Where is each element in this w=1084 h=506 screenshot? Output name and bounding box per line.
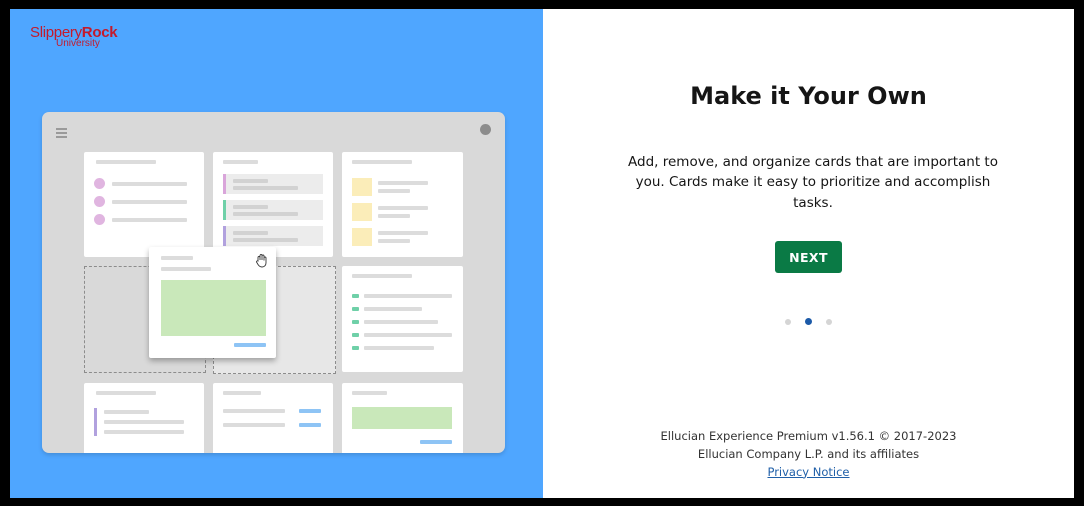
illustration-card <box>213 383 333 453</box>
dragged-card <box>149 247 276 358</box>
page-dot-active[interactable] <box>805 318 812 325</box>
university-logo: SlipperyRock University <box>30 25 118 49</box>
privacy-notice-link[interactable]: Privacy Notice <box>767 465 849 479</box>
onboarding-description: Add, remove, and organize cards that are… <box>628 154 998 211</box>
dashboard-illustration <box>42 112 505 453</box>
app-frame: SlipperyRock University Make it Your Own… <box>10 9 1074 498</box>
user-avatar-icon <box>480 124 491 135</box>
onboarding-panel: Make it Your Own Add, remove, and organi… <box>543 9 1074 498</box>
illustration-card <box>342 383 463 453</box>
onboarding-title: Make it Your Own <box>690 82 927 110</box>
page-indicator <box>543 318 1074 325</box>
page-dot[interactable] <box>826 318 832 325</box>
company-text: Ellucian Company L.P. and its affiliates <box>697 446 920 461</box>
illustration-card <box>84 152 204 257</box>
hamburger-menu-icon <box>56 128 67 140</box>
page-dot[interactable] <box>785 318 791 325</box>
illustration-card <box>342 266 463 372</box>
illustration-card <box>342 152 463 257</box>
grab-hand-icon <box>256 254 267 268</box>
version-text: Ellucian Experience Premium v1.56.1 © 20… <box>660 429 957 443</box>
illustration-panel: SlipperyRock University <box>10 9 543 498</box>
next-button[interactable]: NEXT <box>775 241 842 273</box>
footer: Ellucian Experience Premium v1.56.1 © 20… <box>543 428 1074 481</box>
illustration-card <box>213 152 333 257</box>
illustration-card <box>84 383 204 453</box>
